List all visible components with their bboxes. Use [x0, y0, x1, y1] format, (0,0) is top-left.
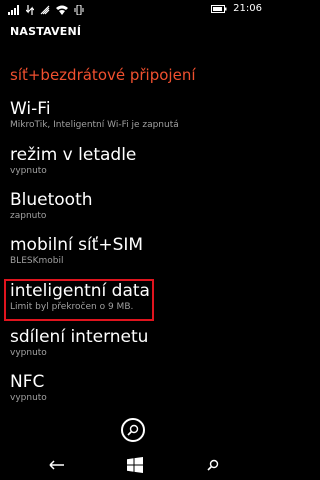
setting-status: vypnuto [10, 348, 47, 358]
search-icon [127, 424, 139, 436]
start-button[interactable] [125, 457, 145, 473]
setting-label: sdílení internetu [10, 327, 149, 347]
section-title: síť+bezdrátové připojení [10, 66, 196, 84]
setting-status: MikroTik, Inteligentní Wi-Fi je zapnutá [10, 120, 179, 130]
page-title: NASTAVENÍ [10, 25, 82, 38]
setting-airplane-mode[interactable]: režim v letadle vypnuto [10, 145, 260, 177]
search-button[interactable] [203, 457, 223, 473]
setting-wifi[interactable]: Wi-Fi MikroTik, Inteligentní Wi-Fi je za… [10, 99, 260, 131]
setting-internet-sharing[interactable]: sdílení internetu vypnuto [10, 327, 260, 359]
setting-label: Bluetooth [10, 190, 93, 210]
back-button[interactable] [47, 457, 67, 473]
setting-label: mobilní síť+SIM [10, 235, 144, 255]
setting-label: NFC [10, 372, 45, 392]
clock: 21:06 [233, 3, 262, 14]
setting-status: vypnuto [10, 166, 47, 176]
windows-start-icon [127, 457, 143, 473]
back-icon [49, 460, 64, 470]
setting-status: zapnuto [10, 211, 47, 221]
navigation-bar [0, 450, 270, 480]
setting-status: BLESKmobil [10, 256, 64, 266]
mobile-data-icon [26, 5, 34, 15]
signal-strength-icon [8, 5, 19, 15]
highlight-box [4, 279, 154, 321]
status-bar: 21:06 [0, 0, 270, 18]
search-icon [207, 459, 219, 471]
setting-mobile-network-sim[interactable]: mobilní síť+SIM BLESKmobil [10, 235, 260, 267]
status-icons [8, 4, 84, 16]
vibrate-icon [74, 5, 84, 15]
battery-level-icon [211, 5, 227, 13]
setting-status: vypnuto [10, 393, 47, 403]
setting-label: Wi-Fi [10, 99, 51, 119]
setting-nfc[interactable]: NFC vypnuto [10, 372, 260, 404]
wifi-icon [56, 5, 68, 15]
setting-label: režim v letadle [10, 145, 137, 165]
hotspot-icon [40, 5, 50, 15]
setting-bluetooth[interactable]: Bluetooth zapnuto [10, 190, 260, 222]
app-bar-search-button[interactable] [121, 418, 145, 442]
